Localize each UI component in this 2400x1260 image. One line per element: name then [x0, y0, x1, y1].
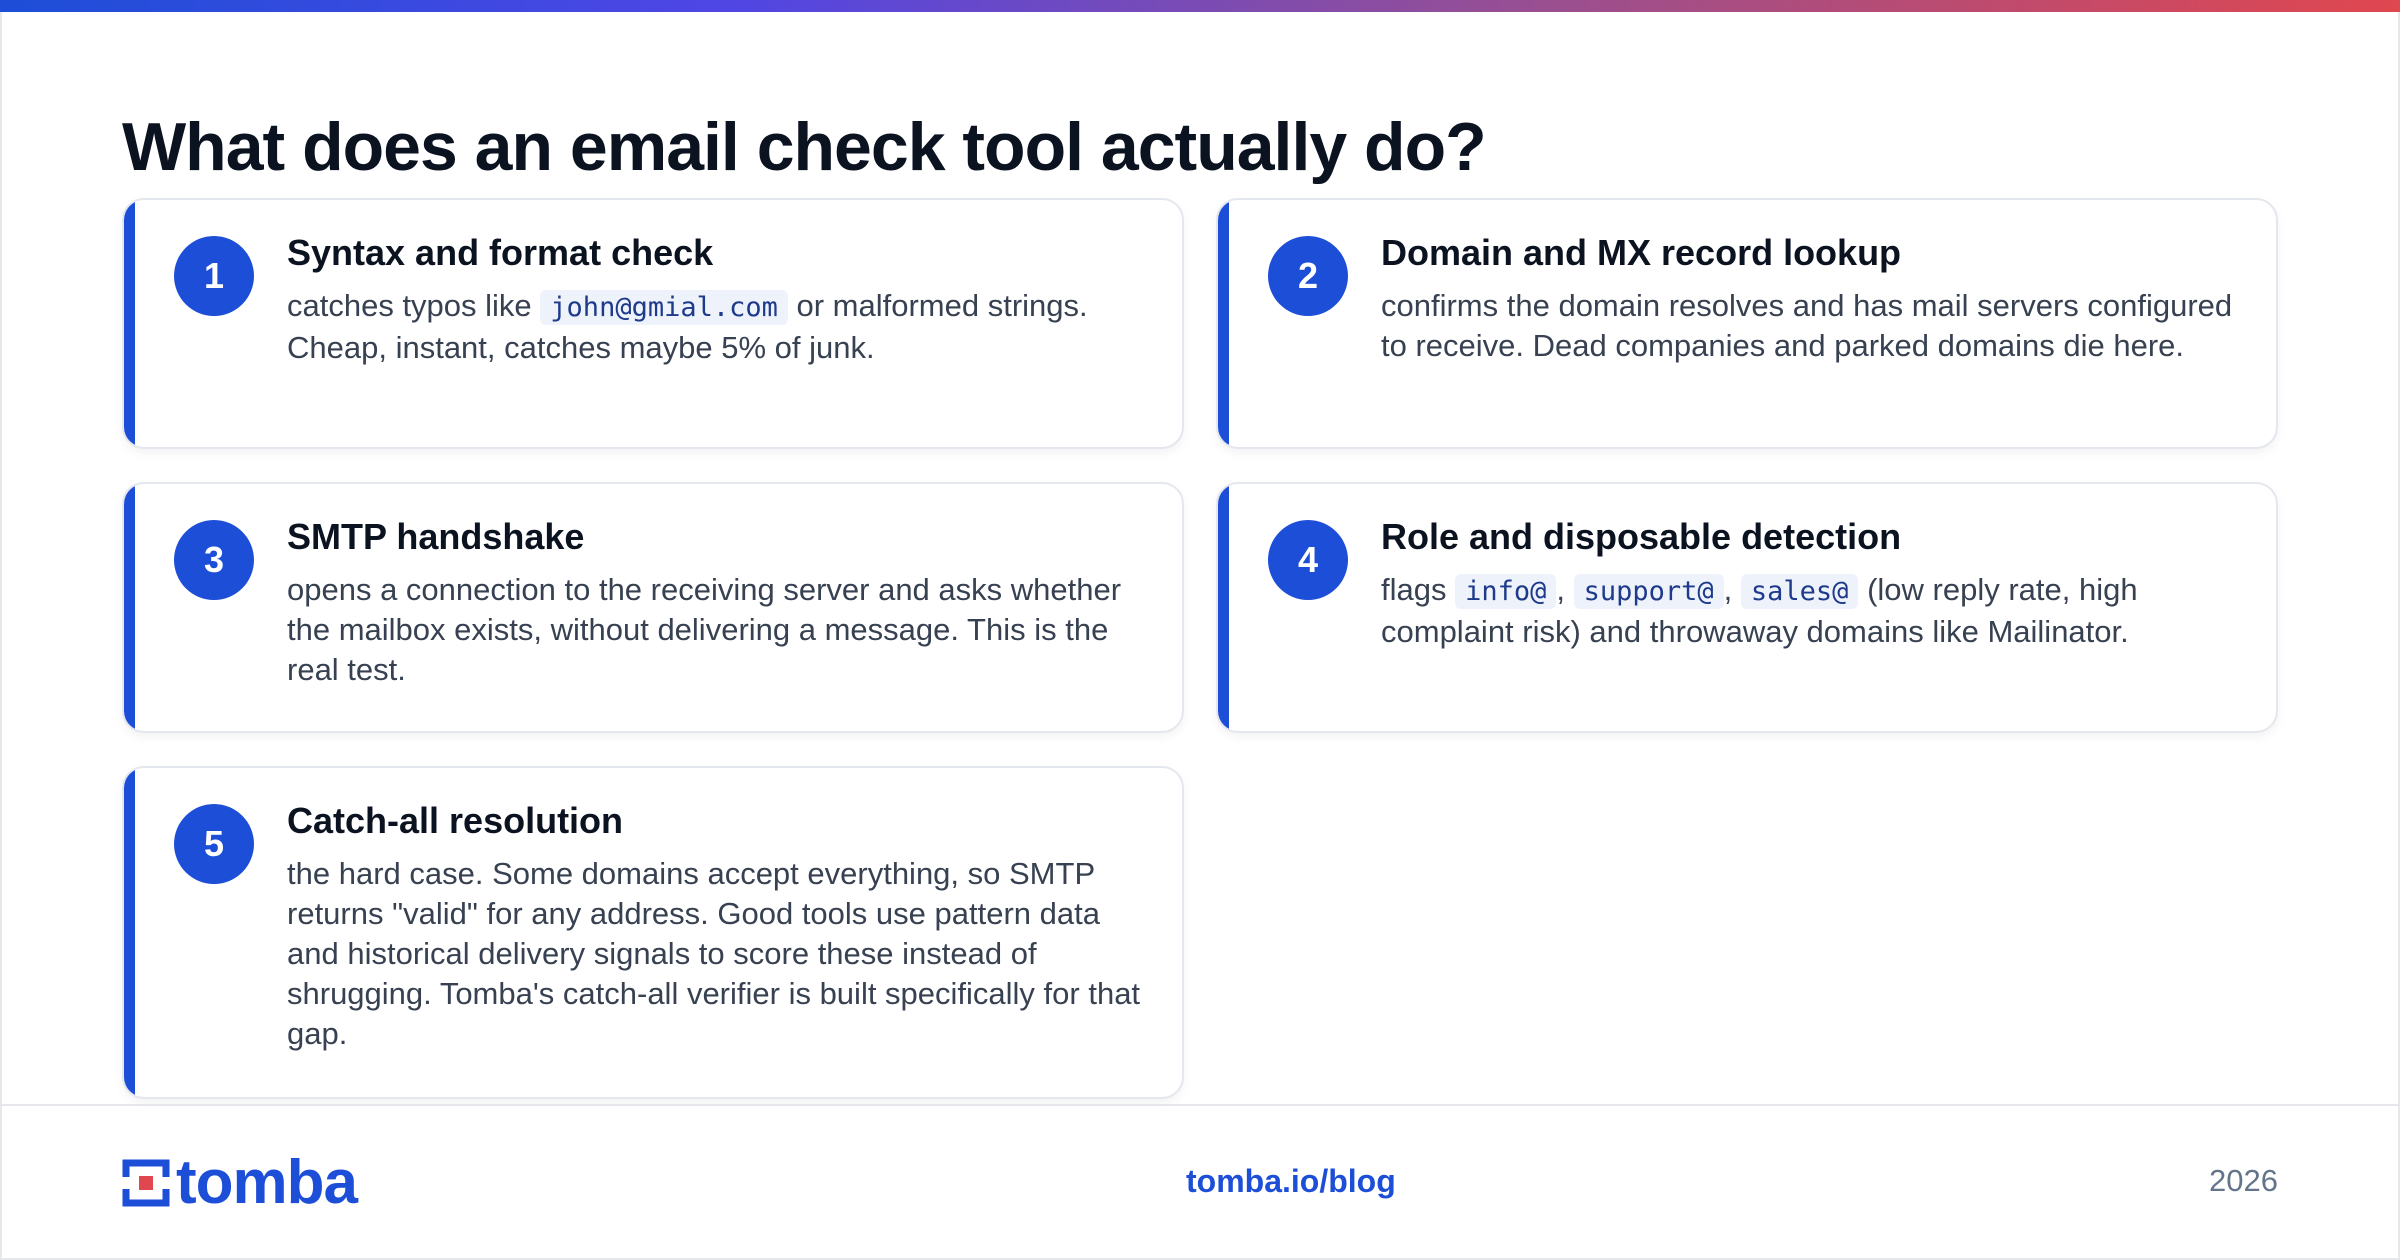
step-title: Catch-all resolution [287, 800, 624, 841]
step-number-badge: 1 [174, 236, 254, 316]
step-description: catches typos like john@gmial.com or mal… [287, 288, 1088, 365]
step-number-badge: 5 [174, 804, 254, 884]
step-title: Role and disposable detection [1381, 516, 1902, 557]
step-description: confirms the domain resolves and has mai… [1381, 288, 2233, 363]
step-number-badge: 3 [174, 520, 254, 600]
code-snippet: sales@ [1740, 574, 1859, 609]
code-snippet: info@ [1455, 574, 1557, 609]
tomba-logo-icon [122, 1159, 170, 1207]
step-card-5: 5 Catch-all resolution the hard case. So… [122, 766, 1184, 1099]
logo-wordmark: tomba [176, 1148, 358, 1217]
footer-year: 2026 [2209, 1163, 2278, 1198]
step-description: the hard case. Some domains accept every… [287, 856, 1141, 1051]
step-title: Domain and MX record lookup [1381, 232, 1902, 273]
step-title: Syntax and format check [287, 232, 714, 273]
top-gradient-bar [0, 0, 2400, 12]
blog-link[interactable]: tomba.io/blog [1186, 1163, 1396, 1200]
code-snippet: john@gmial.com [540, 290, 788, 325]
code-snippet: support@ [1573, 574, 1724, 609]
step-card-3: 3 SMTP handshake opens a connection to t… [122, 482, 1184, 733]
step-description: opens a connection to the receiving serv… [287, 572, 1122, 687]
step-title: SMTP handshake [287, 516, 585, 557]
step-number-badge: 4 [1268, 520, 1348, 600]
tomba-logo[interactable]: tomba [122, 1148, 358, 1217]
step-description: flags info@, support@, sales@ (low reply… [1381, 572, 2138, 649]
page-title: What does an email check tool actually d… [122, 109, 1487, 185]
step-card-1: 1 Syntax and format check catches typos … [122, 198, 1184, 449]
step-card-2: 2 Domain and MX record lookup confirms t… [1216, 198, 2278, 449]
step-card-4: 4 Role and disposable detection flags in… [1216, 482, 2278, 733]
footer-divider [0, 1104, 2400, 1106]
step-number-badge: 2 [1268, 236, 1348, 316]
